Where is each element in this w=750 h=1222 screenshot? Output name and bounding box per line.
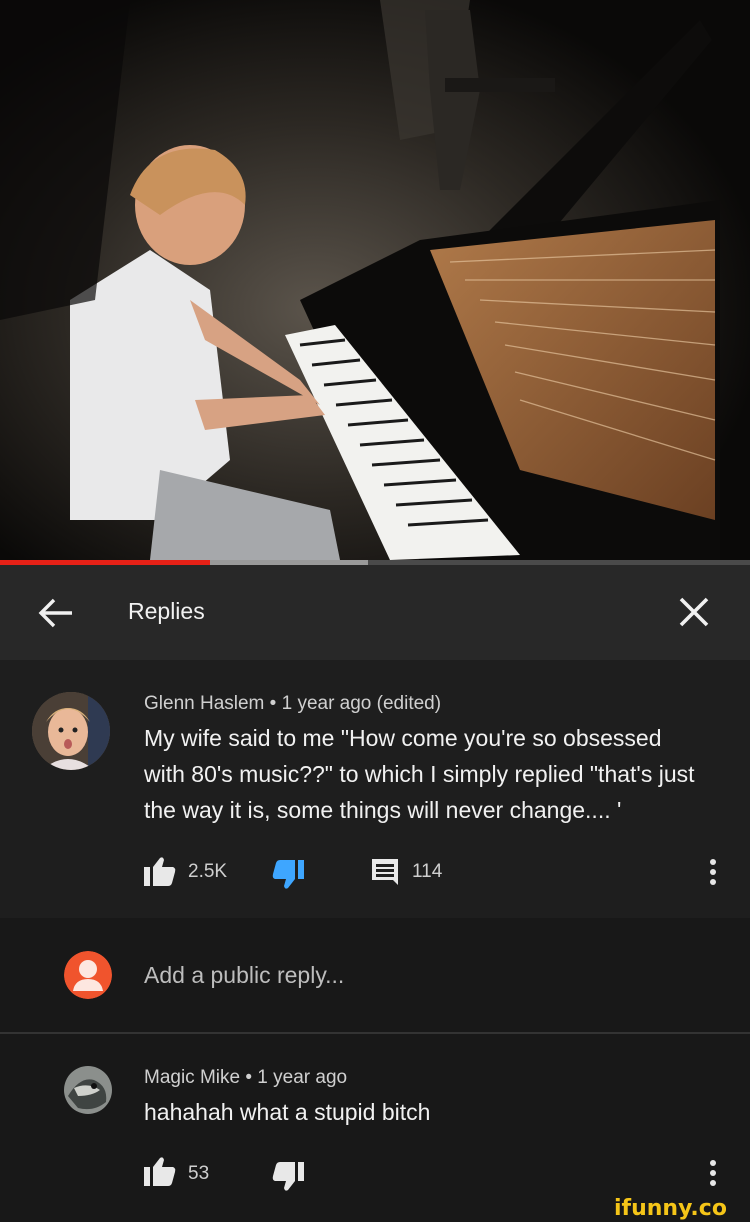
more-options-icon[interactable] <box>708 859 718 889</box>
thumbs-down-icon[interactable] <box>272 860 304 890</box>
comment-text-line: My wife said to me "How come you're so o… <box>144 725 662 751</box>
comment-text-line: with 80's music??" to which I simply rep… <box>144 761 695 787</box>
reply-input-placeholder[interactable]: Add a public reply... <box>144 962 344 989</box>
more-options-icon[interactable] <box>708 1160 718 1190</box>
avatar[interactable] <box>32 692 110 770</box>
comment-meta: Magic Mike • 1 year ago <box>144 1067 348 1088</box>
reply-comment: Magic Mike • 1 year ago hahahah what a s… <box>0 1034 750 1200</box>
comment-text: My wife said to me "How come you're so o… <box>144 720 695 828</box>
add-reply-row[interactable]: Add a public reply... <box>0 918 750 1032</box>
replies-title: Replies <box>128 598 205 624</box>
like-count: 2.5K <box>188 861 228 882</box>
arrow-back-icon[interactable] <box>34 591 78 635</box>
comment-text-line: the way it is, some things will never ch… <box>144 797 622 823</box>
like-count: 53 <box>188 1163 210 1184</box>
comment-text: hahahah what a stupid bitch <box>144 1099 431 1125</box>
reply-count: 114 <box>412 861 443 882</box>
main-comment: Glenn Haslem • 1 year ago (edited) My wi… <box>0 660 750 918</box>
comment-actions: 2.5K 114 <box>0 854 750 894</box>
reply-comment-icon[interactable] <box>371 858 399 886</box>
replies-header: Replies <box>0 565 750 660</box>
watermark-logo: ifunny.co <box>614 1196 727 1221</box>
close-icon[interactable] <box>672 590 716 634</box>
thumbs-up-icon[interactable] <box>144 1156 176 1186</box>
user-avatar-icon <box>64 951 112 999</box>
thumbs-up-icon[interactable] <box>144 856 176 886</box>
video-frame-piano-player <box>0 0 750 562</box>
comment-actions: 53 <box>0 1154 750 1194</box>
comment-meta: Glenn Haslem • 1 year ago (edited) <box>144 693 442 714</box>
avatar[interactable] <box>64 1066 112 1114</box>
video-player[interactable] <box>0 0 750 562</box>
thumbs-down-icon[interactable] <box>272 1162 304 1192</box>
